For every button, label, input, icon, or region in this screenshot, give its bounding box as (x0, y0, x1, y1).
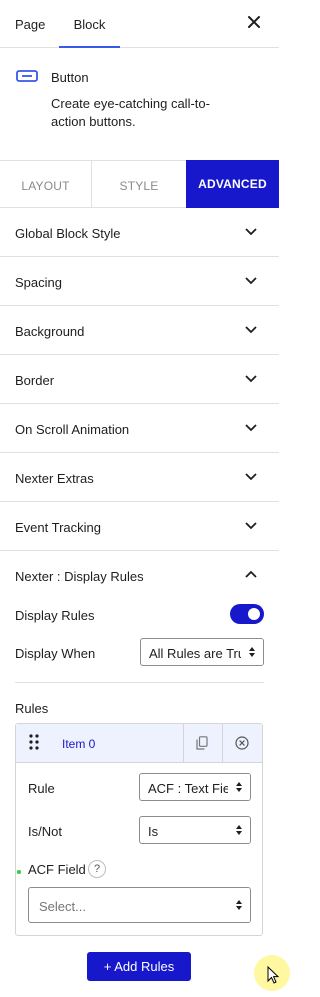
chevron-down-icon (245, 277, 257, 285)
mode-tabs: LAYOUT STYLE ADVANCED (0, 160, 279, 208)
divider (15, 682, 264, 683)
toggle-knob (248, 608, 260, 620)
select-arrows-icon (241, 639, 263, 665)
chevron-down-icon (245, 228, 257, 236)
block-name: Button (51, 70, 89, 85)
panel-nexter-extras[interactable]: Nexter Extras (0, 453, 279, 502)
chevron-up-icon[interactable] (245, 570, 257, 578)
chevron-down-icon (245, 473, 257, 481)
acf-field-select[interactable]: Select... (28, 887, 251, 923)
display-when-label: Display When (15, 646, 96, 661)
block-card: Button Create eye-catching call-to-actio… (0, 0, 279, 129)
rule-select[interactable]: ACF : Text Field (139, 773, 251, 801)
panel-border[interactable]: Border (0, 355, 279, 404)
required-dot (17, 870, 21, 874)
display-when-select[interactable]: All Rules are True (140, 638, 264, 666)
panel-title: On Scroll Animation (15, 422, 130, 437)
select-arrows-icon (228, 888, 250, 922)
acf-field-label: ACF Field (28, 862, 86, 877)
display-rules-toggle[interactable] (230, 604, 264, 624)
repeater-item-name[interactable]: Item 0 (62, 737, 95, 751)
chevron-down-icon (245, 424, 257, 432)
panel-display-rules: Nexter : Display Rules Display Rules Dis… (0, 551, 279, 997)
tab-advanced[interactable]: ADVANCED (186, 160, 279, 208)
select-arrows-icon (228, 817, 250, 843)
settings-panels: Global Block Style Spacing Background Bo… (0, 208, 279, 551)
tab-style[interactable]: STYLE (92, 161, 186, 208)
panel-title: Border (15, 373, 55, 388)
rule-label: Rule (28, 781, 55, 796)
add-rules-button[interactable]: + Add Rules (87, 952, 191, 981)
panel-title: Background (15, 324, 85, 339)
rules-label: Rules (15, 701, 49, 716)
rule-repeater-item: Item 0 Rule ACF : Text Field Is/Not Is A… (15, 723, 263, 936)
panel-background[interactable]: Background (0, 306, 279, 355)
chevron-down-icon (245, 326, 257, 334)
panel-title: Nexter Extras (15, 471, 94, 486)
select-arrows-icon (228, 774, 250, 800)
duplicate-icon[interactable] (196, 736, 208, 750)
tab-layout[interactable]: LAYOUT (0, 161, 92, 208)
display-rules-label: Display Rules (15, 608, 95, 623)
block-description: Create eye-catching call-to-action butto… (51, 96, 210, 129)
mouse-cursor-icon (267, 966, 279, 984)
panel-global-block-style[interactable]: Global Block Style (0, 208, 279, 257)
select-value: All Rules are True (149, 646, 253, 661)
panel-on-scroll-animation[interactable]: On Scroll Animation (0, 404, 279, 453)
panel-title[interactable]: Nexter : Display Rules (15, 569, 144, 584)
chevron-down-icon (245, 375, 257, 383)
isnot-label: Is/Not (28, 824, 62, 839)
remove-icon[interactable] (235, 736, 249, 750)
isnot-select[interactable]: Is (139, 816, 251, 844)
panel-spacing[interactable]: Spacing (0, 257, 279, 306)
drag-handle-icon[interactable] (29, 734, 39, 750)
select-value: ACF : Text Field (148, 781, 241, 796)
chevron-down-icon (245, 522, 257, 530)
divider (222, 724, 223, 763)
divider (183, 724, 184, 763)
panel-title: Global Block Style (15, 226, 121, 241)
button-icon (16, 70, 38, 82)
panel-event-tracking[interactable]: Event Tracking (0, 502, 279, 551)
select-value: Is (148, 824, 159, 839)
panel-title: Spacing (15, 275, 62, 290)
help-icon[interactable]: ? (88, 860, 106, 878)
select-placeholder: Select... (39, 899, 86, 914)
panel-title: Event Tracking (15, 520, 101, 535)
repeater-item-header[interactable]: Item 0 (16, 724, 262, 763)
